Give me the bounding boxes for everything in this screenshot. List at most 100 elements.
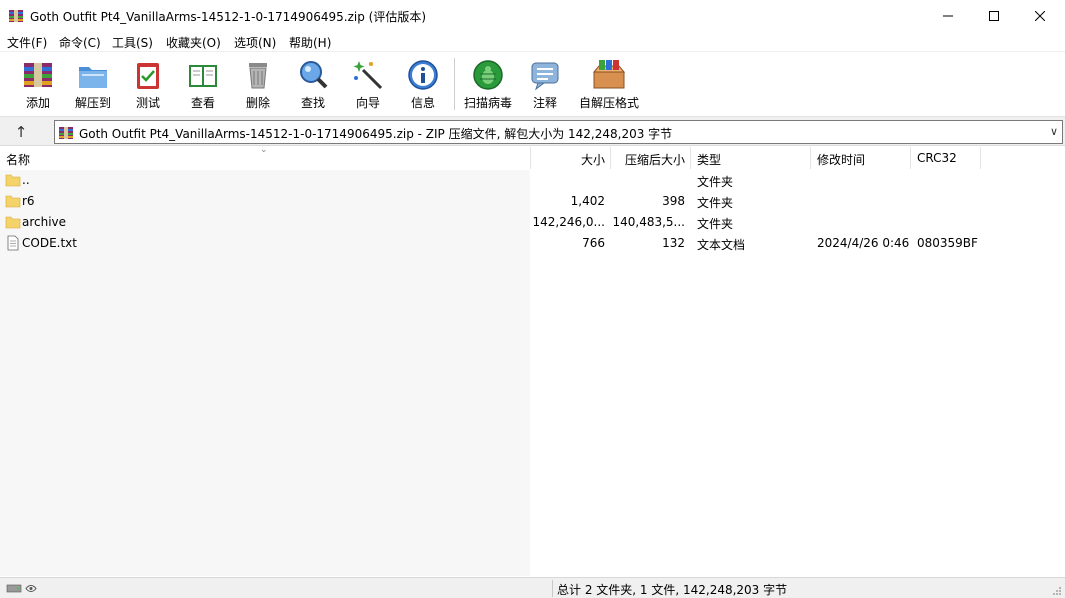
find-button[interactable]: 查找 [285,56,341,114]
column-divider[interactable] [690,147,691,169]
file-type: 文件夹 [697,196,734,210]
file-name: archive [22,215,67,229]
menu-bar: 文件(F) 命令(C) 工具(S) 收藏夹(O) 选项(N) 帮助(H) [0,32,1065,51]
virus-scan-icon [473,60,503,90]
close-button[interactable] [1017,0,1063,32]
view-label: 查看 [190,96,215,110]
column-header-packed[interactable]: 压缩后大小 [625,151,685,168]
folder-icon [5,174,21,187]
view-book-icon [189,65,217,87]
drive-status-icon[interactable] [6,581,42,595]
trash-icon [249,63,267,89]
file-type: 文件夹 [697,175,734,189]
menu-favorites[interactable]: 收藏夹(O) [166,34,221,51]
comment-label: 注释 [532,96,557,110]
sfx-button[interactable]: 自解压格式 [578,56,640,114]
status-summary: 总计 2 文件夹, 1 文件, 142,248,203 字节 [557,583,788,597]
file-name: r6 [22,194,35,208]
info-label: 信息 [410,96,435,110]
resize-grip-icon[interactable] [1052,586,1062,596]
zip-archive-icon [59,127,73,139]
maximize-button[interactable] [971,0,1017,32]
column-headers: ⌄ 名称 大小 压缩后大小 类型 修改时间 CRC32 [0,145,1065,169]
column-header-name[interactable]: 名称 [6,151,30,168]
file-row-parent[interactable]: .. 文件夹 [0,170,1065,191]
file-packed-size: 398 [662,194,685,208]
file-type: 文本文档 [697,238,746,252]
file-row-code-txt[interactable]: CODE.txt 766 132 文本文档 2024/4/26 0:46 080… [0,233,1065,254]
chevron-down-icon[interactable]: ∨ [1050,125,1058,138]
file-crc32: 080359BF [917,236,978,250]
file-packed-size: 140,483,5... [612,215,685,229]
add-label: 添加 [25,96,50,110]
address-bar[interactable]: Goth Outfit Pt4_VanillaArms-14512-1-0-17… [54,120,1063,144]
test-button[interactable]: 测试 [120,56,176,114]
minimize-icon [943,15,953,17]
column-divider[interactable] [910,147,911,169]
comment-button[interactable]: 注释 [517,56,573,114]
test-label: 测试 [135,96,160,110]
maximize-icon [989,11,999,21]
title-bar: Goth Outfit Pt4_VanillaArms-14512-1-0-17… [0,0,1065,32]
comment-icon [531,62,559,91]
sfx-label: 自解压格式 [578,96,639,110]
sfx-box-icon [592,60,626,89]
add-archive-icon [24,63,52,87]
file-size: 766 [582,236,605,250]
column-divider[interactable] [530,147,531,169]
menu-tools[interactable]: 工具(S) [112,34,153,51]
magic-wand-icon [353,61,383,90]
extract-folder-icon [79,67,107,88]
folder-icon [5,195,21,208]
column-header-crc32[interactable]: CRC32 [917,151,957,165]
column-header-modified[interactable]: 修改时间 [817,151,865,168]
extract-to-button[interactable]: 解压到 [65,56,121,114]
winrar-app-icon[interactable] [8,8,24,24]
column-header-type[interactable]: 类型 [697,151,721,168]
up-folder-button[interactable]: ↑ [10,122,32,142]
virus-scan-label: 扫描病毒 [463,96,512,110]
sort-indicator-icon: ⌄ [260,145,268,155]
add-button[interactable]: 添加 [10,56,66,114]
close-icon [1035,11,1045,21]
delete-label: 删除 [245,96,270,110]
toolbar: 添加 解压到 测试 查看 删除 查找 向导 信息 扫描病毒 注释 自解压格式 [0,51,1065,115]
menu-options[interactable]: 选项(N) [234,34,276,51]
info-button[interactable]: 信息 [395,56,451,114]
toolbar-separator [454,58,455,110]
delete-button[interactable]: 删除 [230,56,286,114]
column-header-size[interactable]: 大小 [581,151,605,168]
file-packed-size: 132 [662,236,685,250]
menu-file[interactable]: 文件(F) [7,34,47,51]
wizard-button[interactable]: 向导 [340,56,396,114]
info-icon [408,60,438,90]
menu-help[interactable]: 帮助(H) [289,34,331,51]
text-file-icon [7,235,19,251]
extract-to-label: 解压到 [74,96,111,110]
menu-commands[interactable]: 命令(C) [59,34,101,51]
minimize-button[interactable] [925,0,971,32]
status-bar: 总计 2 文件夹, 1 文件, 142,248,203 字节 [0,577,1065,598]
file-size: 142,246,0... [532,215,605,229]
file-name: .. [22,173,30,187]
address-row: ↑ Goth Outfit Pt4_VanillaArms-14512-1-0-… [0,116,1065,146]
test-clipboard-icon [137,63,159,89]
address-path: Goth Outfit Pt4_VanillaArms-14512-1-0-17… [79,127,673,141]
window-title: Goth Outfit Pt4_VanillaArms-14512-1-0-17… [30,10,426,24]
file-row-archive[interactable]: archive 142,246,0... 140,483,5... 文件夹 [0,212,1065,233]
column-divider[interactable] [610,147,611,169]
status-divider [552,580,553,597]
file-list[interactable]: .. 文件夹 r6 1,402 398 文件夹 archive 142,246,… [0,170,1065,576]
magnifier-icon [300,61,328,89]
file-size: 1,402 [570,194,605,208]
folder-icon [5,216,21,229]
find-label: 查找 [300,96,325,110]
view-button[interactable]: 查看 [175,56,231,114]
column-divider[interactable] [980,147,981,169]
column-divider[interactable] [810,147,811,169]
file-modified: 2024/4/26 0:46 [817,236,910,250]
file-name: CODE.txt [22,236,77,250]
virus-scan-button[interactable]: 扫描病毒 [460,56,516,114]
file-row-r6[interactable]: r6 1,402 398 文件夹 [0,191,1065,212]
file-type: 文件夹 [697,217,734,231]
